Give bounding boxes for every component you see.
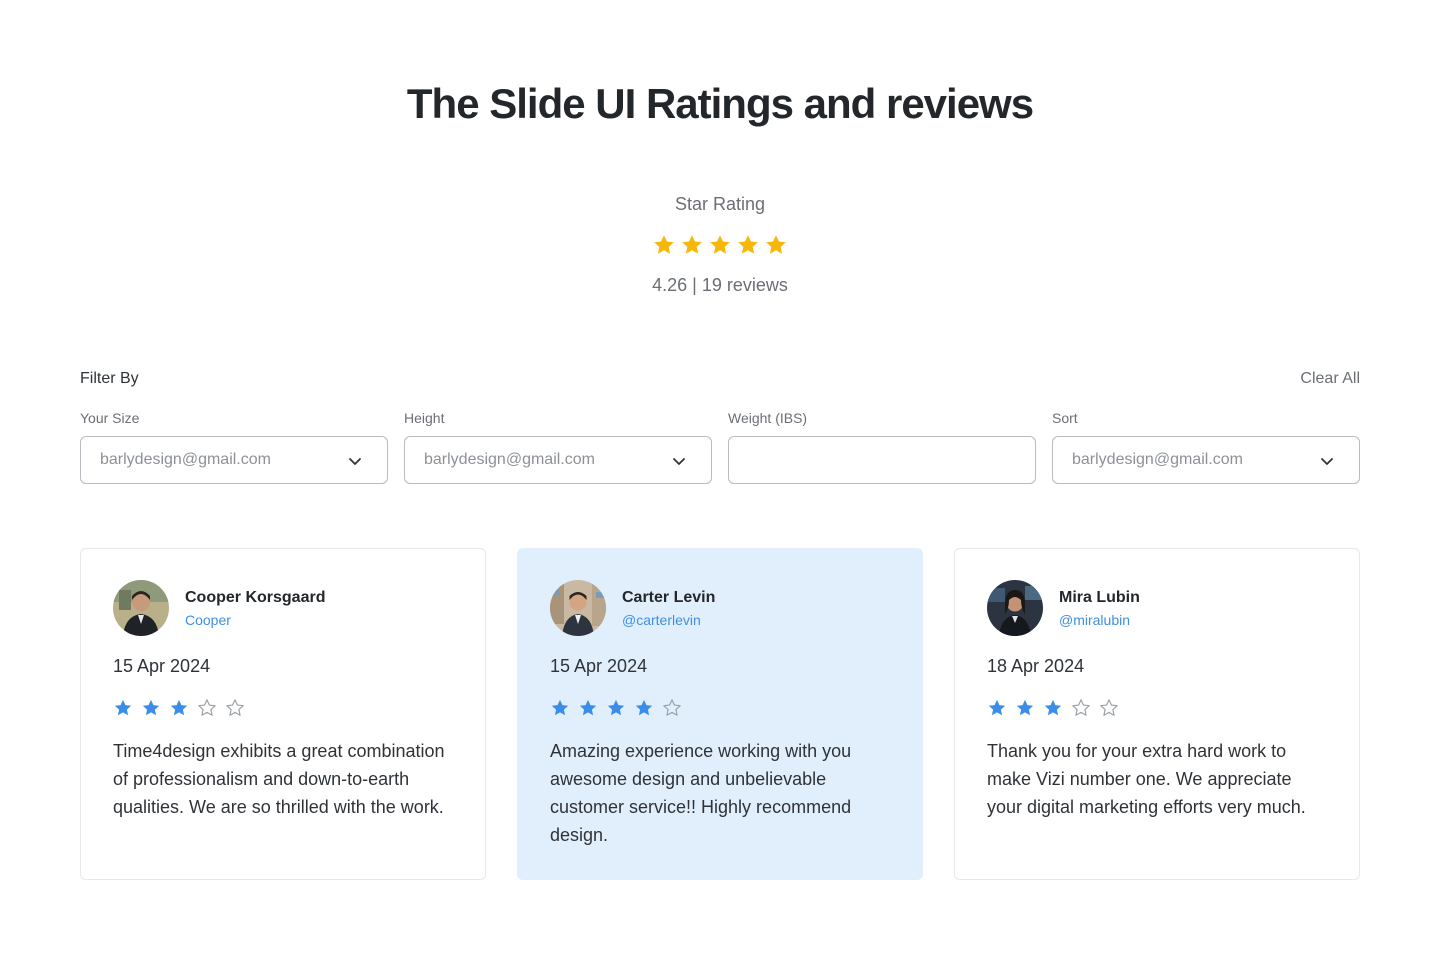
- page-title: The Slide UI Ratings and reviews: [406, 80, 1034, 127]
- reviewer-name: Carter Levin: [622, 589, 716, 606]
- sort-select[interactable]: barlydesign@gmail.com: [1052, 436, 1360, 484]
- review-date: 15 Apr 2024: [113, 656, 211, 676]
- star-filled-icon: [579, 699, 597, 716]
- review-stars: [987, 698, 1119, 718]
- star-filled-icon: [766, 235, 786, 254]
- chevron-down-icon: [673, 458, 685, 465]
- filter-label: Sort: [1052, 410, 1078, 426]
- select-value: barlydesign@gmail.com: [424, 451, 595, 468]
- rating-summary: Star Rating 4.26 | 19 reviews: [0, 194, 1440, 296]
- star-empty-icon: [198, 699, 216, 716]
- star-filled-icon: [654, 235, 674, 254]
- star-filled-icon: [1016, 699, 1034, 716]
- filter-title: Filter By: [80, 370, 139, 387]
- your-size-select[interactable]: barlydesign@gmail.com: [80, 436, 388, 484]
- review-text: Amazing experience working with you awes…: [550, 741, 852, 845]
- star-empty-icon: [663, 699, 681, 716]
- star-filled-icon: [607, 699, 625, 716]
- review-card: Cooper Korsgaard Cooper 15 Apr 2024 Time…: [80, 548, 486, 880]
- summary-stars: [0, 233, 1440, 257]
- avatar: [987, 580, 1043, 636]
- weight-input[interactable]: [728, 436, 1036, 484]
- filter-height: Height barlydesign@gmail.com: [404, 408, 712, 484]
- summary-label: Star Rating: [674, 194, 766, 214]
- star-filled-icon: [551, 699, 569, 716]
- avatar: [550, 580, 606, 636]
- select-value: barlydesign@gmail.com: [100, 451, 271, 468]
- review-date: 18 Apr 2024: [987, 656, 1085, 676]
- review-text: Thank you for your extra hard work to ma…: [987, 741, 1306, 817]
- star-filled-icon: [1044, 699, 1062, 716]
- review-text: Time4design exhibits a great combination…: [113, 741, 445, 817]
- star-filled-icon: [738, 235, 758, 254]
- filter-sort: Sort barlydesign@gmail.com: [1052, 408, 1360, 484]
- star-empty-icon: [1100, 699, 1118, 716]
- star-filled-icon: [682, 235, 702, 254]
- ratings-page: The Slide UI Ratings and reviews Star Ra…: [0, 0, 1440, 960]
- star-filled-icon: [988, 699, 1006, 716]
- review-card: Mira Lubin @miralubin 18 Apr 2024 Thank …: [954, 548, 1360, 880]
- chevron-down-icon: [1321, 458, 1333, 465]
- clear-all-button[interactable]: Clear All: [1300, 370, 1360, 388]
- rating-count: 4.26 | 19 reviews: [652, 275, 788, 295]
- reviewer-handle[interactable]: @miralubin: [1059, 612, 1130, 628]
- reviewer-name: Cooper Korsgaard: [185, 589, 326, 606]
- review-stars: [113, 698, 245, 718]
- review-cards: Cooper Korsgaard Cooper 15 Apr 2024 Time…: [80, 548, 1360, 880]
- height-select[interactable]: barlydesign@gmail.com: [404, 436, 712, 484]
- select-value: barlydesign@gmail.com: [1072, 451, 1243, 468]
- star-filled-icon: [635, 699, 653, 716]
- filter-row: Your Size barlydesign@gmail.com Height b…: [80, 408, 1360, 484]
- star-empty-icon: [1072, 699, 1090, 716]
- filter-label: Your Size: [80, 410, 140, 426]
- chevron-down-icon: [349, 458, 361, 465]
- star-filled-icon: [142, 699, 160, 716]
- review-stars: [550, 698, 682, 718]
- filter-header: Filter By Clear All: [80, 370, 1360, 392]
- star-filled-icon: [170, 699, 188, 716]
- reviewer-handle[interactable]: Cooper: [185, 612, 231, 628]
- filter-your-size: Your Size barlydesign@gmail.com: [80, 408, 388, 484]
- review-card: Carter Levin @carterlevin 15 Apr 2024 Am…: [517, 548, 923, 880]
- star-filled-icon: [114, 699, 132, 716]
- avatar: [113, 580, 169, 636]
- review-date: 15 Apr 2024: [550, 656, 648, 676]
- star-empty-icon: [226, 699, 244, 716]
- star-filled-icon: [710, 235, 730, 254]
- filter-weight: Weight (IBS): [728, 408, 1036, 484]
- filter-label: Weight (IBS): [728, 410, 808, 426]
- filter-label: Height: [404, 410, 445, 426]
- reviewer-name: Mira Lubin: [1059, 589, 1140, 606]
- reviewer-handle[interactable]: @carterlevin: [622, 612, 701, 628]
